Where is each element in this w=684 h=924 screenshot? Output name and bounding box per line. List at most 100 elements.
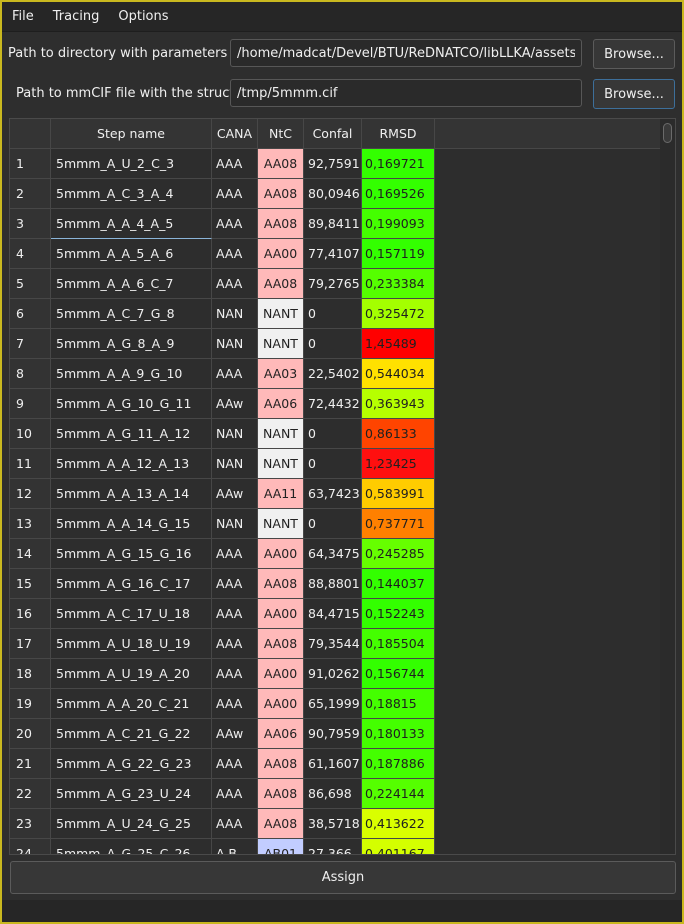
scrollbar-thumb[interactable] bbox=[663, 123, 672, 143]
table-row[interactable]: 1 5mmm_A_U_2_C_3 AAA AA08 92,7591 0,169721 bbox=[10, 149, 660, 179]
cell-step-name[interactable]: 5mmm_A_C_21_G_22 bbox=[51, 719, 212, 749]
cell-step-name[interactable]: 5mmm_A_A_9_G_10 bbox=[51, 359, 212, 389]
cell-rmsd[interactable]: 0,86133 bbox=[362, 419, 435, 449]
cell-cana[interactable]: AAA bbox=[212, 689, 258, 719]
row-header[interactable]: 7 bbox=[10, 329, 51, 359]
menu-tracing[interactable]: Tracing bbox=[43, 9, 109, 24]
cell-step-name[interactable]: 5mmm_A_G_8_A_9 bbox=[51, 329, 212, 359]
row-header[interactable]: 15 bbox=[10, 569, 51, 599]
cell-cana[interactable]: AAA bbox=[212, 209, 258, 239]
cell-ntc[interactable]: AA06 bbox=[258, 719, 304, 749]
cell-confal[interactable]: 64,3475 bbox=[304, 539, 362, 569]
cell-confal[interactable]: 27,366 bbox=[304, 839, 362, 854]
parameters-browse-button[interactable]: Browse... bbox=[593, 39, 675, 69]
cell-ntc[interactable]: AA08 bbox=[258, 809, 304, 839]
cell-ntc[interactable]: NANT bbox=[258, 509, 304, 539]
cell-confal[interactable]: 63,7423 bbox=[304, 479, 362, 509]
row-header[interactable]: 19 bbox=[10, 689, 51, 719]
cell-cana[interactable]: AAA bbox=[212, 749, 258, 779]
column-header-confal[interactable]: Confal bbox=[304, 119, 362, 149]
cell-confal[interactable]: 79,2765 bbox=[304, 269, 362, 299]
cell-cana[interactable]: AAA bbox=[212, 179, 258, 209]
cell-confal[interactable]: 84,4715 bbox=[304, 599, 362, 629]
table-row[interactable]: 14 5mmm_A_G_15_G_16 AAA AA00 64,3475 0,245285 bbox=[10, 539, 660, 569]
cell-ntc[interactable]: AB01 bbox=[258, 839, 304, 854]
cell-rmsd[interactable]: 0,544034 bbox=[362, 359, 435, 389]
cell-confal[interactable]: 61,1607 bbox=[304, 749, 362, 779]
table-row[interactable]: 17 5mmm_A_U_18_U_19 AAA AA08 79,3544 0,185504 bbox=[10, 629, 660, 659]
cell-rmsd[interactable]: 0,583991 bbox=[362, 479, 435, 509]
cell-ntc[interactable]: AA08 bbox=[258, 149, 304, 179]
cell-step-name[interactable]: 5mmm_A_A_4_A_5 bbox=[51, 209, 212, 239]
row-header[interactable]: 14 bbox=[10, 539, 51, 569]
table-row[interactable]: 16 5mmm_A_C_17_U_18 AAA AA00 84,4715 0,152243 bbox=[10, 599, 660, 629]
cell-rmsd[interactable]: 0,18815 bbox=[362, 689, 435, 719]
mmcif-path-input[interactable] bbox=[230, 79, 582, 107]
table-row[interactable]: 11 5mmm_A_A_12_A_13 NAN NANT 0 1,23425 bbox=[10, 449, 660, 479]
table-row[interactable]: 2 5mmm_A_C_3_A_4 AAA AA08 80,0946 0,169526 bbox=[10, 179, 660, 209]
cell-step-name[interactable]: 5mmm_A_U_24_G_25 bbox=[51, 809, 212, 839]
cell-step-name[interactable]: 5mmm_A_G_11_A_12 bbox=[51, 419, 212, 449]
cell-rmsd[interactable]: 0,144037 bbox=[362, 569, 435, 599]
cell-rmsd[interactable]: 0,185504 bbox=[362, 629, 435, 659]
cell-confal[interactable]: 89,8411 bbox=[304, 209, 362, 239]
cell-step-name[interactable]: 5mmm_A_A_20_C_21 bbox=[51, 689, 212, 719]
cell-rmsd[interactable]: 0,363943 bbox=[362, 389, 435, 419]
cell-ntc[interactable]: AA00 bbox=[258, 239, 304, 269]
vertical-scrollbar[interactable] bbox=[660, 119, 675, 854]
cell-confal[interactable]: 88,8801 bbox=[304, 569, 362, 599]
parameters-path-input[interactable] bbox=[230, 39, 582, 67]
cell-step-name[interactable]: 5mmm_A_U_2_C_3 bbox=[51, 149, 212, 179]
cell-confal[interactable]: 79,3544 bbox=[304, 629, 362, 659]
cell-ntc[interactable]: NANT bbox=[258, 329, 304, 359]
cell-cana[interactable]: NAN bbox=[212, 509, 258, 539]
cell-ntc[interactable]: AA00 bbox=[258, 539, 304, 569]
row-header[interactable]: 21 bbox=[10, 749, 51, 779]
cell-ntc[interactable]: NANT bbox=[258, 299, 304, 329]
cell-ntc[interactable]: AA06 bbox=[258, 389, 304, 419]
cell-cana[interactable]: AAw bbox=[212, 719, 258, 749]
row-header[interactable]: 18 bbox=[10, 659, 51, 689]
table-row[interactable]: 20 5mmm_A_C_21_G_22 AAw AA06 90,7959 0,180133 bbox=[10, 719, 660, 749]
cell-step-name[interactable]: 5mmm_A_C_17_U_18 bbox=[51, 599, 212, 629]
row-header[interactable]: 3 bbox=[10, 209, 51, 239]
cell-cana[interactable]: AAA bbox=[212, 269, 258, 299]
row-header[interactable]: 4 bbox=[10, 239, 51, 269]
cell-ntc[interactable]: AA08 bbox=[258, 269, 304, 299]
row-header[interactable]: 24 bbox=[10, 839, 51, 854]
table-row[interactable]: 21 5mmm_A_G_22_G_23 AAA AA08 61,1607 0,187886 bbox=[10, 749, 660, 779]
cell-ntc[interactable]: AA00 bbox=[258, 659, 304, 689]
cell-rmsd[interactable]: 0,156744 bbox=[362, 659, 435, 689]
mmcif-browse-button[interactable]: Browse... bbox=[593, 79, 675, 109]
cell-rmsd[interactable]: 0,187886 bbox=[362, 749, 435, 779]
cell-cana[interactable]: AAA bbox=[212, 239, 258, 269]
table-row[interactable]: 22 5mmm_A_G_23_U_24 AAA AA08 86,698 0,224144 bbox=[10, 779, 660, 809]
cell-confal[interactable]: 38,5718 bbox=[304, 809, 362, 839]
row-header[interactable]: 23 bbox=[10, 809, 51, 839]
cell-cana[interactable]: AAA bbox=[212, 569, 258, 599]
cell-ntc[interactable]: AA03 bbox=[258, 359, 304, 389]
table-row[interactable]: 24 5mmm_A_G_25_C_26 A-B AB01 27,366 0,401167 bbox=[10, 839, 660, 854]
table-row[interactable]: 3 5mmm_A_A_4_A_5 AAA AA08 89,8411 0,199093 bbox=[10, 209, 660, 239]
cell-ntc[interactable]: AA08 bbox=[258, 779, 304, 809]
cell-step-name[interactable]: 5mmm_A_U_19_A_20 bbox=[51, 659, 212, 689]
cell-step-name[interactable]: 5mmm_A_G_23_U_24 bbox=[51, 779, 212, 809]
cell-rmsd[interactable]: 1,45489 bbox=[362, 329, 435, 359]
cell-step-name[interactable]: 5mmm_A_C_3_A_4 bbox=[51, 179, 212, 209]
cell-rmsd[interactable]: 0,401167 bbox=[362, 839, 435, 854]
cell-step-name[interactable]: 5mmm_A_G_25_C_26 bbox=[51, 839, 212, 854]
cell-rmsd[interactable]: 0,245285 bbox=[362, 539, 435, 569]
menu-file[interactable]: File bbox=[2, 9, 43, 24]
cell-confal[interactable]: 90,7959 bbox=[304, 719, 362, 749]
cell-confal[interactable]: 0 bbox=[304, 329, 362, 359]
cell-step-name[interactable]: 5mmm_A_A_13_A_14 bbox=[51, 479, 212, 509]
assign-button[interactable]: Assign bbox=[10, 861, 676, 894]
row-header[interactable]: 9 bbox=[10, 389, 51, 419]
table-row[interactable]: 13 5mmm_A_A_14_G_15 NAN NANT 0 0,737771 bbox=[10, 509, 660, 539]
cell-ntc[interactable]: AA08 bbox=[258, 209, 304, 239]
cell-step-name[interactable]: 5mmm_A_A_6_C_7 bbox=[51, 269, 212, 299]
cell-cana[interactable]: NAN bbox=[212, 449, 258, 479]
row-header[interactable]: 8 bbox=[10, 359, 51, 389]
cell-cana[interactable]: AAA bbox=[212, 539, 258, 569]
row-header[interactable]: 10 bbox=[10, 419, 51, 449]
